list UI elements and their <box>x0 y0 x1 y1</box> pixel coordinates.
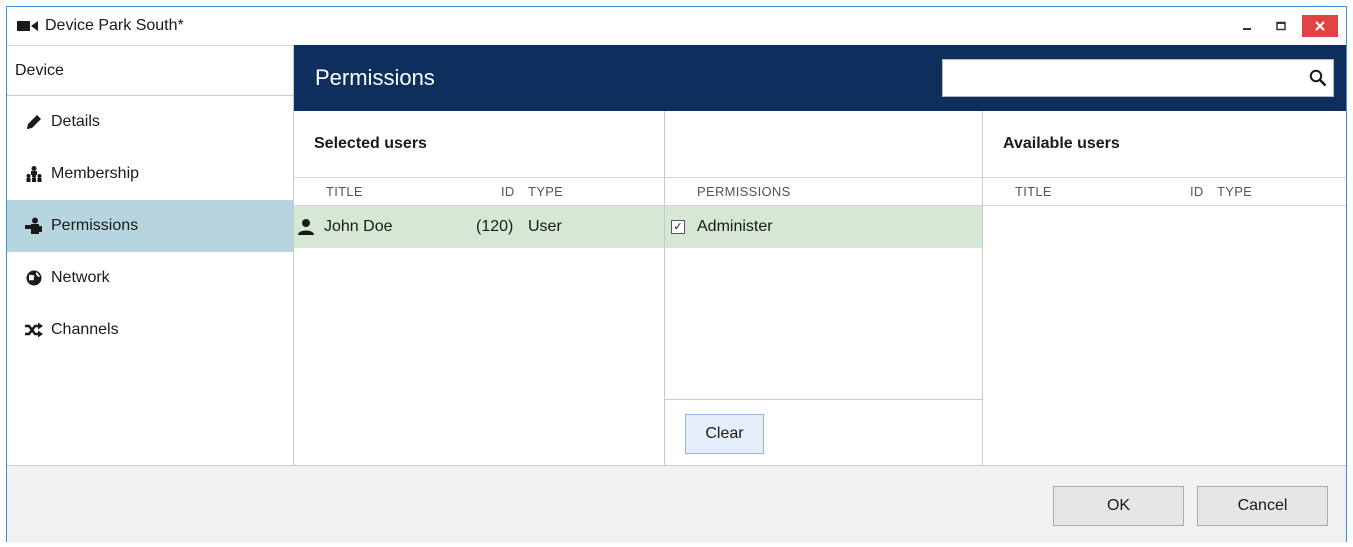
sidebar-header: Device <box>7 46 293 96</box>
permission-row[interactable]: ✓ Administer <box>665 206 982 248</box>
table-row[interactable]: John Doe (120) User <box>294 206 664 248</box>
column-permissions[interactable]: PERMISSIONS <box>697 184 791 199</box>
available-users-panel: Available users TITLE ID TYPE <box>983 111 1346 465</box>
column-type[interactable]: TYPE <box>1217 184 1252 199</box>
permissions-footer: Clear <box>665 399 982 465</box>
maximize-button[interactable] <box>1264 14 1298 38</box>
sidebar-item-label: Permissions <box>51 217 139 234</box>
selected-users-panel: Selected users TITLE ID TYPE John Doe (1… <box>294 111 665 465</box>
sidebar-item-membership[interactable]: Membership <box>7 148 293 200</box>
ok-button[interactable]: OK <box>1053 486 1184 526</box>
sidebar-item-permissions[interactable]: Permissions <box>7 200 293 252</box>
main-header: Permissions <box>294 45 1346 111</box>
sidebar-item-label: Network <box>51 269 110 286</box>
sidebar-item-label: Details <box>51 113 100 130</box>
permissions-title <box>665 111 982 177</box>
search-box <box>942 59 1334 97</box>
window-controls <box>1230 7 1346 45</box>
title-bar: Device Park South* <box>7 7 1346 45</box>
sidebar-item-channels[interactable]: Channels <box>7 304 293 356</box>
minimize-button[interactable] <box>1230 14 1264 38</box>
permission-label: Administer <box>697 218 773 235</box>
sidebar-item-network[interactable]: Network <box>7 252 293 304</box>
close-button[interactable] <box>1302 15 1338 37</box>
page-title: Permissions <box>315 65 435 90</box>
user-icon <box>297 218 315 241</box>
search-input[interactable] <box>943 60 1303 96</box>
pencil-icon <box>23 112 45 132</box>
permissions-header: PERMISSIONS <box>665 177 982 206</box>
column-title[interactable]: TITLE <box>326 184 363 199</box>
selected-users-header: TITLE ID TYPE <box>294 177 664 206</box>
globe-icon <box>23 268 45 288</box>
permissions-icon <box>23 216 45 236</box>
available-users-title: Available users <box>1003 135 1120 152</box>
user-type: User <box>528 218 562 235</box>
selected-users-title: Selected users <box>314 135 427 152</box>
dialog-footer: OK Cancel <box>7 465 1346 543</box>
cancel-button[interactable]: Cancel <box>1197 486 1328 526</box>
column-title[interactable]: TITLE <box>1015 184 1052 199</box>
device-window: Device Park South* Device Details Member… <box>6 6 1347 543</box>
column-id[interactable]: ID <box>501 184 515 199</box>
sidebar: Device Details Membership Permissions Ne… <box>7 45 294 465</box>
sidebar-item-label: Channels <box>51 321 119 338</box>
membership-icon <box>23 164 45 184</box>
main-panel: Permissions Selected users TITLE ID TYPE <box>294 45 1346 465</box>
search-icon[interactable] <box>1303 69 1333 87</box>
available-users-header: TITLE ID TYPE <box>983 177 1346 206</box>
window-title: Device Park South* <box>45 17 184 34</box>
permissions-panel: PERMISSIONS ✓ Administer Clear <box>665 111 983 465</box>
clear-button[interactable]: Clear <box>685 414 764 454</box>
sidebar-item-details[interactable]: Details <box>7 96 293 148</box>
shuffle-icon <box>23 320 45 340</box>
column-type[interactable]: TYPE <box>528 184 563 199</box>
administer-checkbox[interactable]: ✓ <box>671 220 685 234</box>
user-title: John Doe <box>324 218 393 235</box>
camera-icon <box>17 19 41 33</box>
user-id: (120) <box>476 218 514 235</box>
column-id[interactable]: ID <box>1190 184 1204 199</box>
permission-columns: Selected users TITLE ID TYPE John Doe (1… <box>294 111 1346 465</box>
sidebar-item-label: Membership <box>51 165 140 182</box>
